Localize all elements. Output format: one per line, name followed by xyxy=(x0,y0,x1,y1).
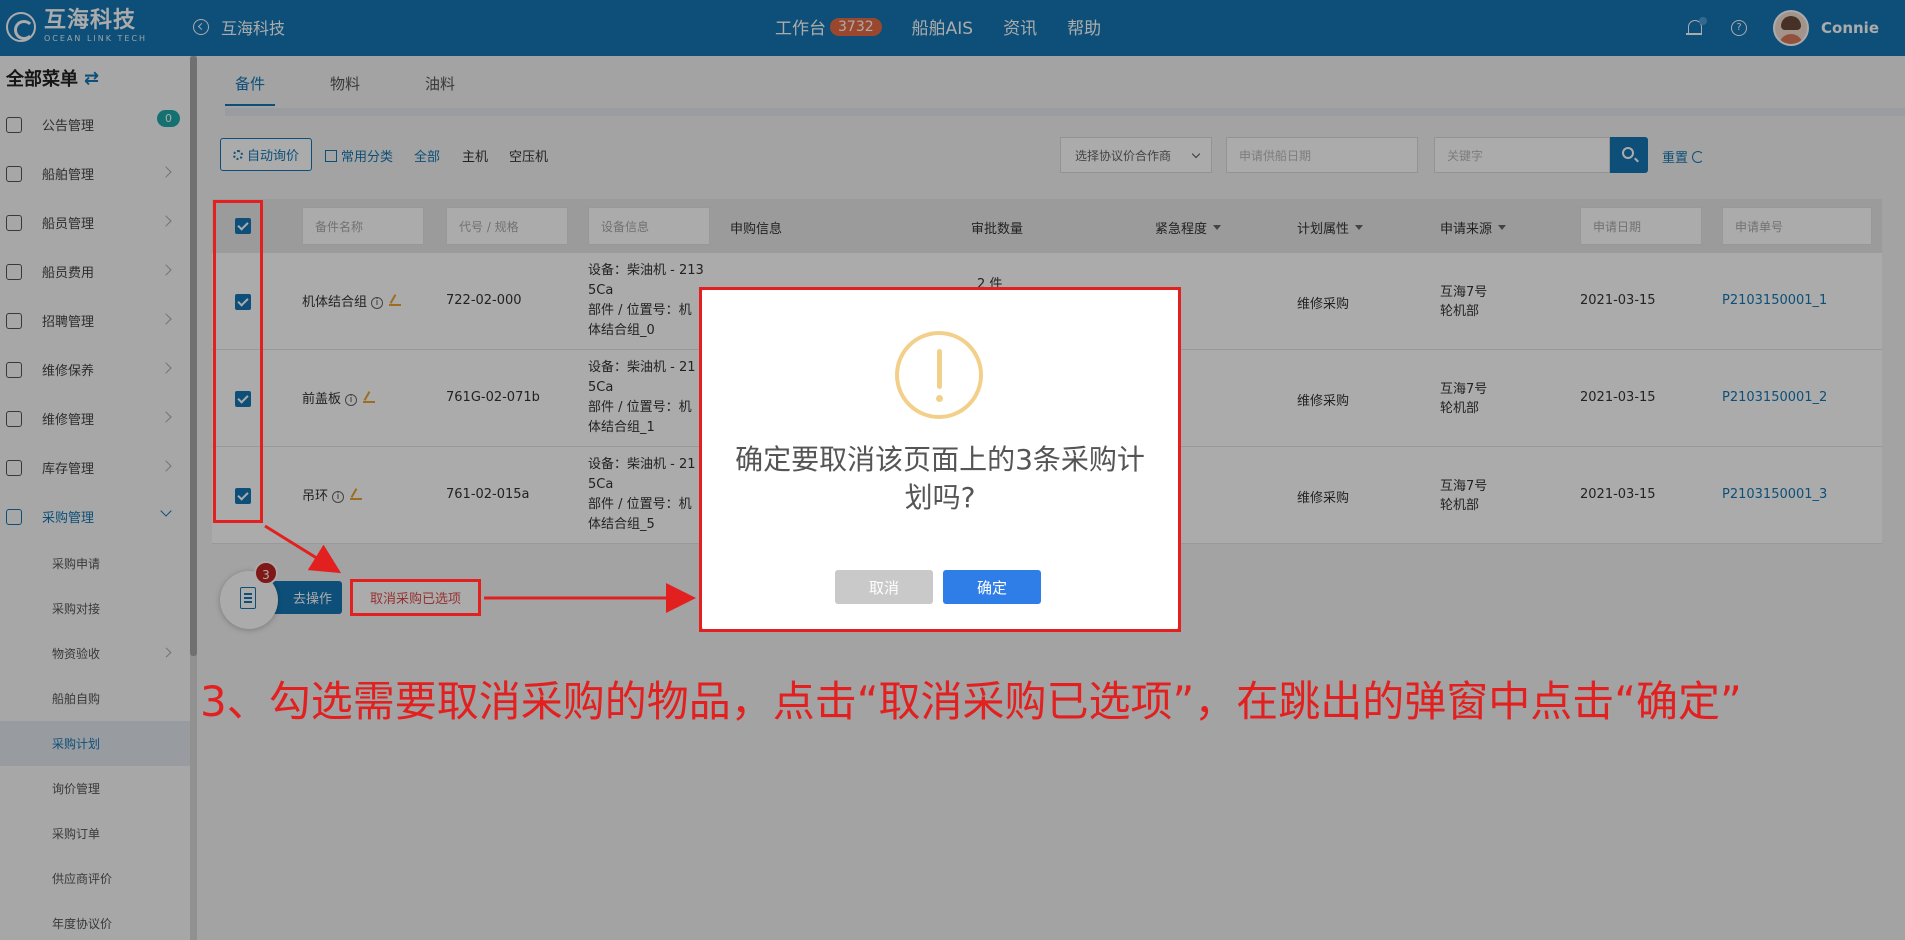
tutorial-instruction: 3、勾选需要取消采购的物品，点击“取消采购已选项”，在跳出的弹窗中点击“确定” xyxy=(200,677,1742,726)
dialog-highlight-box xyxy=(699,287,1181,632)
cancel-button-highlight-box xyxy=(350,579,481,616)
checkbox-highlight-box xyxy=(213,200,263,523)
